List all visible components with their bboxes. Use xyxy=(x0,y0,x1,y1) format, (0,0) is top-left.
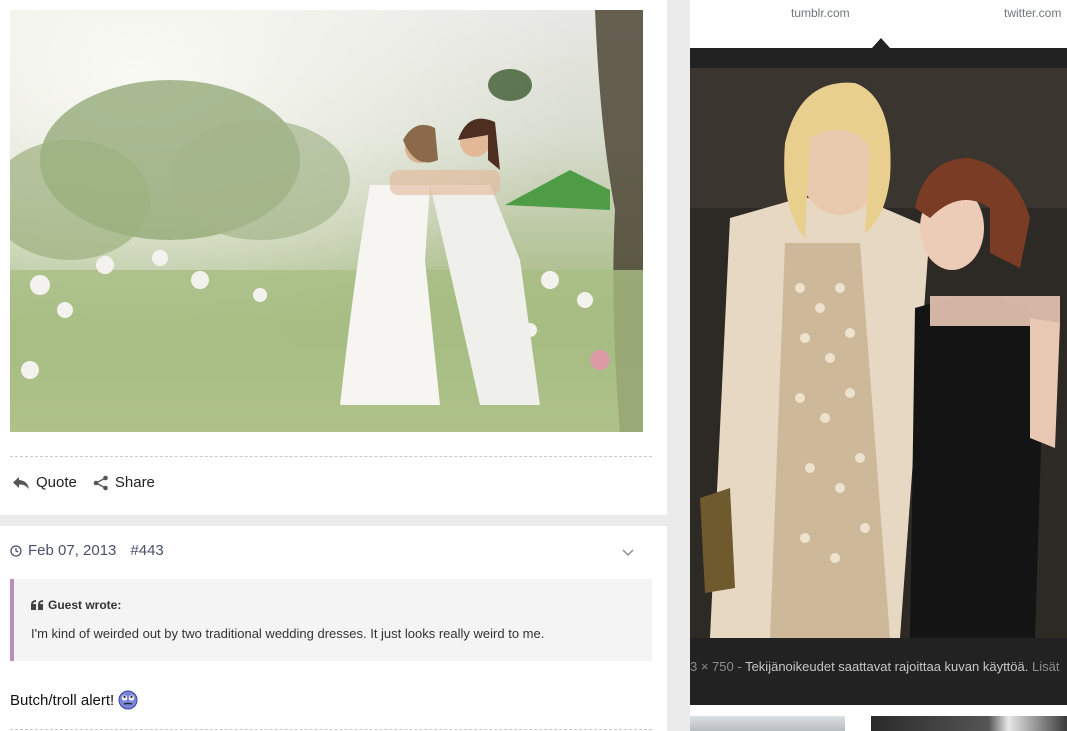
related-thumbnail[interactable] xyxy=(690,716,845,731)
rolling-eyes-emoji-icon xyxy=(118,690,138,710)
post-actions-bar: Quote Share xyxy=(12,474,155,491)
reply-body: Butch/troll alert! xyxy=(10,690,138,710)
preview-photo-illustration xyxy=(690,68,1067,638)
post-divider xyxy=(10,456,652,457)
quote-text: I'm kind of weirded out by two tradition… xyxy=(31,626,545,641)
preview-caption: 3 × 750 - Tekijänoikeudet saattavat rajo… xyxy=(690,659,1067,674)
quote-button[interactable]: Quote xyxy=(12,474,77,491)
preview-photo[interactable] xyxy=(690,68,1067,638)
quote-header: Guest wrote: xyxy=(31,598,121,612)
post-date-text: Feb 07, 2013 xyxy=(28,542,117,559)
chevron-down-icon[interactable] xyxy=(621,548,635,558)
post-date[interactable]: Feb 07, 2013 xyxy=(10,542,116,559)
wedding-photo[interactable] xyxy=(10,10,643,432)
share-button-label: Share xyxy=(114,474,155,491)
wedding-photo-illustration xyxy=(10,10,643,432)
reply-body-text: Butch/troll alert! xyxy=(10,691,115,709)
image-dimensions: 3 × 750 xyxy=(690,659,734,674)
post-meta: Feb 07, 2013 #443 xyxy=(10,542,164,559)
post-number-link[interactable]: #443 xyxy=(130,542,163,559)
learn-more-link[interactable]: Lisät xyxy=(1032,659,1059,674)
image-viewer-panel: tumblr.com twitter.com 3 × 750 - Tekijän… xyxy=(690,0,1067,731)
reply-arrow-icon xyxy=(13,476,29,489)
quote-marks-icon xyxy=(31,600,43,610)
source-link-twitter[interactable]: twitter.com xyxy=(1004,6,1061,20)
caption-separator: - xyxy=(733,659,746,674)
reply-post-card: Feb 07, 2013 #443 Guest wrote: I'm kind … xyxy=(0,526,667,731)
share-button[interactable]: Share xyxy=(93,474,155,491)
post-divider-bottom xyxy=(10,729,652,730)
quote-block: Guest wrote: I'm kind of weirded out by … xyxy=(10,579,652,661)
copyright-notice: Tekijänoikeudet saattavat rajoittaa kuva… xyxy=(745,659,1029,674)
related-thumbnail[interactable] xyxy=(871,716,1067,731)
viewer-pointer xyxy=(872,38,890,48)
forum-post-card: Quote Share xyxy=(0,0,667,515)
share-icon xyxy=(93,475,108,490)
image-preview: 3 × 750 - Tekijänoikeudet saattavat rajo… xyxy=(690,48,1067,705)
clock-icon xyxy=(10,544,22,557)
quote-button-label: Quote xyxy=(36,474,77,491)
source-link-tumblr[interactable]: tumblr.com xyxy=(791,6,850,20)
quote-author: Guest wrote: xyxy=(48,598,122,612)
